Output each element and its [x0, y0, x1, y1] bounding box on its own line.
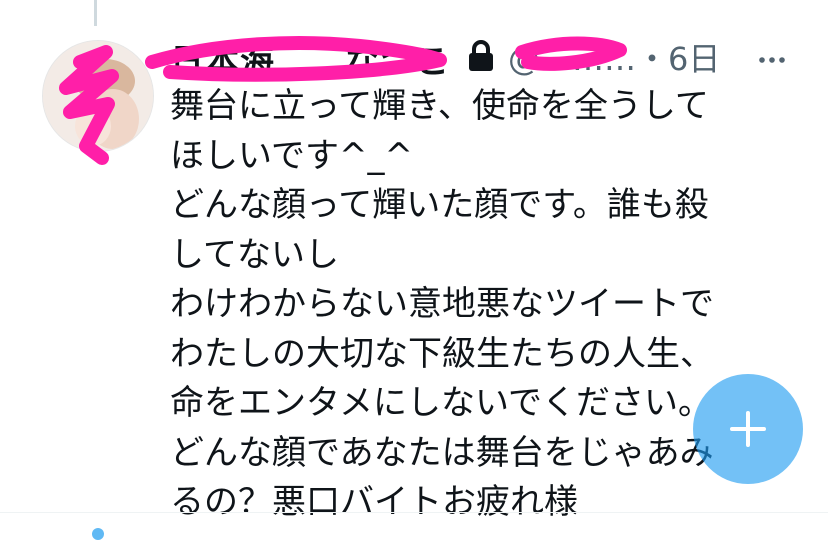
- tweet-line: るの？悪口バイトお疲れ様: [170, 482, 578, 522]
- tweet-body: 舞台に立って輝き、使命を全うして ほしいです^_^ どんな顔って輝いた顔です。誰…: [170, 82, 770, 528]
- tweet-line: わたしの大切な下級生たちの人生、: [170, 333, 714, 374]
- compose-button[interactable]: [693, 374, 803, 484]
- tweet-line: わけわからない意地悪なツイートで: [170, 284, 714, 324]
- author-handle[interactable]: @………: [508, 40, 636, 78]
- plus-icon: [730, 411, 766, 447]
- avatar[interactable]: [42, 40, 154, 152]
- tweet-line: してないし: [170, 234, 339, 275]
- tweet-line: どんな顔って輝いた顔です。誰も殺: [170, 185, 709, 225]
- next-item-marker: [92, 528, 104, 540]
- tweet-line: ほしいです^_^: [170, 135, 413, 176]
- avatar-image: [43, 41, 153, 151]
- tweet-line: 舞台に立って輝き、使命を全うして: [170, 86, 709, 126]
- tweet-header: 日本海 なつこ @………・6日: [170, 34, 800, 82]
- more-horizontal-icon[interactable]: [758, 50, 786, 63]
- tweet-time[interactable]: ・6日: [636, 40, 720, 78]
- tweet-line: 命をエンタメにしないでください。: [170, 383, 712, 423]
- lock-icon: [466, 39, 496, 73]
- thread-connector-line: [94, 0, 97, 26]
- author-name[interactable]: 日本海 なつこ: [170, 34, 450, 83]
- handle-and-time[interactable]: @………・6日: [508, 34, 720, 80]
- divider: [0, 512, 828, 513]
- tweet-line: どんな顔であなたは舞台をじゃあみ: [170, 432, 714, 473]
